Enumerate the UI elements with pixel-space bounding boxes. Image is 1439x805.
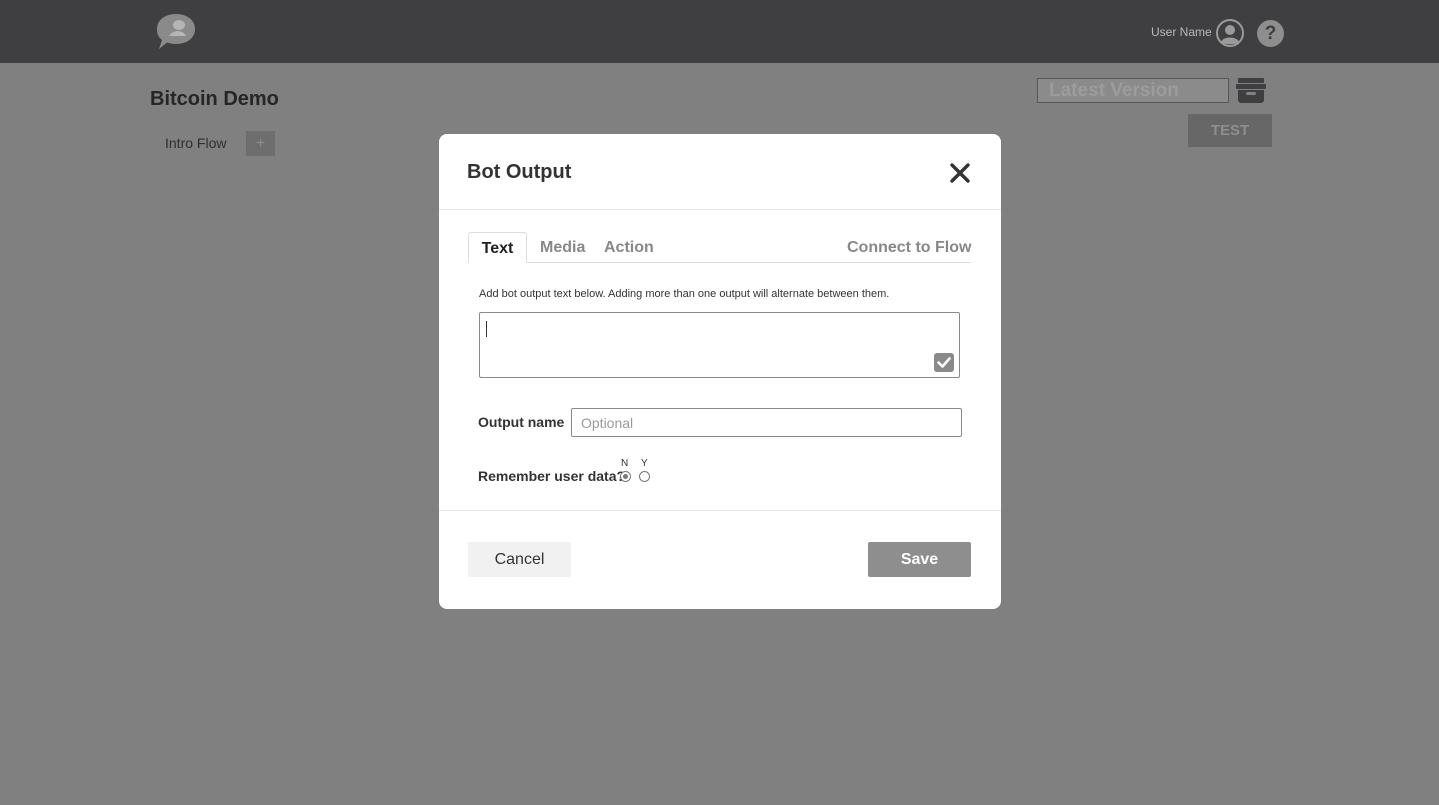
radio-yes-label: Y: [641, 458, 648, 469]
output-name-input[interactable]: [571, 408, 962, 437]
remember-yes-radio[interactable]: [639, 471, 650, 482]
tab-media[interactable]: Media: [540, 232, 585, 263]
tab-text[interactable]: Text: [468, 232, 527, 263]
dialog-title: Bot Output: [467, 161, 572, 183]
remember-user-data-label: Remember user data?: [478, 468, 626, 484]
add-flow-button[interactable]: +: [246, 131, 275, 156]
cancel-button[interactable]: Cancel: [468, 542, 571, 577]
logo-icon[interactable]: [155, 12, 197, 52]
tab-action[interactable]: Action: [604, 232, 654, 263]
version-select[interactable]: Latest Version: [1037, 78, 1229, 103]
connect-to-flow-link[interactable]: Connect to Flow: [847, 232, 971, 263]
close-icon[interactable]: [947, 160, 973, 186]
user-name[interactable]: User Name: [1151, 25, 1212, 39]
page-title: Bitcoin Demo: [150, 88, 279, 110]
dialog-header-divider: [439, 209, 1001, 210]
output-hint: Add bot output text below. Adding more t…: [479, 288, 890, 300]
output-text-area[interactable]: [479, 312, 960, 378]
archive-icon[interactable]: [1235, 76, 1267, 104]
save-button[interactable]: Save: [868, 542, 971, 577]
checkmark-icon[interactable]: [934, 353, 954, 372]
tab-intro-flow[interactable]: Intro Flow: [165, 135, 226, 151]
bot-output-dialog: Bot Output Text Media Action Connect to …: [439, 134, 1001, 609]
text-caret: [486, 321, 487, 337]
top-bar: User Name ?: [0, 0, 1439, 63]
remember-no-radio[interactable]: [620, 471, 631, 482]
output-name-label: Output name: [478, 414, 565, 430]
dialog-footer-divider: [439, 510, 1001, 511]
user-avatar-icon[interactable]: [1216, 19, 1244, 47]
radio-no-label: N: [621, 458, 629, 469]
help-icon[interactable]: ?: [1257, 20, 1284, 47]
test-button[interactable]: TEST: [1188, 114, 1272, 147]
